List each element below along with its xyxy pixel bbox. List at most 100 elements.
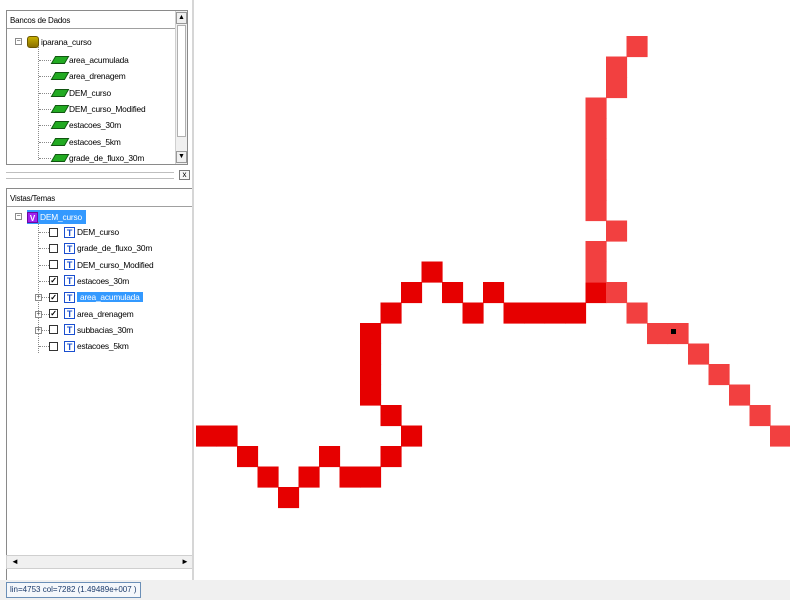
stream-cell	[585, 118, 607, 140]
tree-line	[39, 141, 51, 143]
collapse-view-icon[interactable]: −	[15, 213, 22, 220]
stream-cell	[298, 466, 320, 488]
tree-line	[39, 108, 51, 110]
unchecked-checkbox-icon[interactable]	[49, 260, 58, 270]
tree-line	[38, 47, 39, 160]
theme-icon: T	[64, 259, 75, 271]
stream-cell	[216, 425, 238, 447]
unchecked-checkbox-icon[interactable]	[49, 243, 58, 253]
database-node[interactable]: iparana_curso	[27, 35, 92, 49]
theme-label: estacoes_5km	[77, 341, 129, 352]
stream-cell	[585, 282, 607, 304]
views-horizontal-scrollbar[interactable]: ◄ ►	[6, 555, 194, 569]
stream-cell	[565, 302, 587, 324]
stream-cell	[585, 138, 607, 160]
stream-cell	[626, 36, 648, 58]
stream-cell	[585, 261, 607, 283]
expand-theme-icon[interactable]: +	[35, 326, 42, 334]
tree-line	[39, 125, 51, 127]
checked-checkbox-icon[interactable]: ✓	[49, 276, 58, 286]
stream-cell	[360, 343, 382, 365]
databases-panel: Bancos de Dados − iparana_curso ▲ ▼ area…	[6, 10, 188, 165]
database-layer-item[interactable]: DEM_curso	[50, 86, 111, 100]
theme-icon: T	[64, 324, 75, 336]
stream-cell	[688, 343, 710, 365]
database-layer-item[interactable]: area_acumulada	[50, 53, 129, 67]
database-layer-item[interactable]: estacoes_5km	[50, 135, 121, 149]
panel-splitter[interactable]: x	[6, 169, 194, 181]
stream-cell	[401, 425, 423, 447]
stream-cell	[237, 446, 259, 468]
map-canvas[interactable]	[196, 0, 790, 580]
theme-item[interactable]: Tsubbacias_30m	[49, 323, 133, 337]
tree-line	[39, 60, 51, 61]
tree-line	[39, 92, 51, 94]
unchecked-checkbox-icon[interactable]	[49, 325, 58, 335]
theme-item[interactable]: Tgrade_de_fluxo_30m	[49, 241, 152, 255]
theme-item[interactable]: ✓ Tarea_drenagem	[49, 307, 134, 321]
expand-theme-icon[interactable]: +	[35, 310, 42, 318]
scroll-down-icon[interactable]: ▼	[176, 151, 187, 163]
stream-cell	[708, 364, 730, 386]
checked-checkbox-icon[interactable]: ✓	[49, 292, 58, 302]
theme-label: DEM_curso_Modified	[77, 259, 154, 270]
view-node[interactable]: V DEM_curso	[27, 210, 86, 224]
unchecked-checkbox-icon[interactable]	[49, 227, 58, 237]
stream-cell	[667, 323, 689, 345]
stream-cell	[380, 302, 402, 324]
database-icon	[27, 36, 39, 48]
collapse-database-icon[interactable]: −	[15, 38, 22, 45]
stream-cell	[196, 425, 218, 447]
stream-cell	[442, 282, 464, 304]
stream-cell	[606, 56, 628, 78]
stream-cell	[401, 282, 423, 304]
stream-cell	[749, 405, 771, 427]
scroll-thumb[interactable]	[177, 25, 186, 137]
theme-icon: T	[64, 291, 75, 303]
database-layer-item[interactable]: estacoes_30m	[50, 118, 121, 132]
theme-item[interactable]: T DEM_curso	[49, 225, 119, 239]
unchecked-checkbox-icon[interactable]	[49, 341, 58, 351]
theme-icon: T	[64, 275, 75, 287]
database-layer-item[interactable]: grade_de_fluxo_30m	[50, 151, 144, 164]
theme-item[interactable]: ✓ Tarea_acumulada	[49, 290, 143, 304]
station-point	[671, 329, 676, 334]
databases-panel-title: Bancos de Dados	[10, 16, 71, 25]
raster-layer-icon	[50, 88, 70, 97]
views-themes-title: Vistas/Temas	[10, 194, 56, 203]
scroll-up-icon[interactable]: ▲	[176, 12, 187, 24]
layer-label: area_drenagem	[69, 71, 126, 82]
tree-line	[39, 232, 49, 233]
expand-theme-icon[interactable]: +	[35, 294, 42, 302]
theme-item[interactable]: ✓ Testacoes_30m	[49, 274, 129, 288]
tree-line	[39, 264, 49, 266]
databases-scrollbar[interactable]: ▲ ▼	[175, 11, 187, 164]
checked-checkbox-icon[interactable]: ✓	[49, 309, 58, 318]
raster-layer-icon	[50, 153, 70, 162]
panel-border	[192, 0, 194, 580]
tree-line	[39, 76, 51, 78]
stream-cell	[380, 405, 402, 427]
stream-cell	[462, 302, 484, 324]
theme-item[interactable]: T DEM_curso_Modified	[49, 258, 154, 272]
stream-cell	[257, 466, 279, 488]
splitter-grip[interactable]	[6, 172, 174, 179]
stream-cell	[544, 302, 566, 324]
theme-label: area_drenagem	[77, 308, 134, 319]
stream-cell	[319, 446, 341, 468]
stream-cell	[770, 425, 790, 447]
close-icon[interactable]: x	[179, 170, 190, 180]
stream-cell	[483, 282, 505, 304]
scroll-left-icon[interactable]: ◄	[9, 556, 21, 568]
stream-cell	[360, 384, 382, 406]
cursor-coordinates: lin=4753 col=7282 (1.49489e+007 )	[6, 582, 141, 598]
tree-line	[39, 157, 51, 159]
scroll-right-icon[interactable]: ►	[179, 556, 191, 568]
stream-cell	[585, 179, 607, 201]
database-layer-item[interactable]: DEM_curso_Modified	[50, 102, 146, 116]
database-layer-item[interactable]: area_drenagem	[50, 69, 126, 83]
stream-cell	[606, 282, 628, 304]
theme-item[interactable]: Testacoes_5km	[49, 339, 129, 353]
title-divider	[7, 28, 175, 29]
stream-cell	[585, 200, 607, 222]
